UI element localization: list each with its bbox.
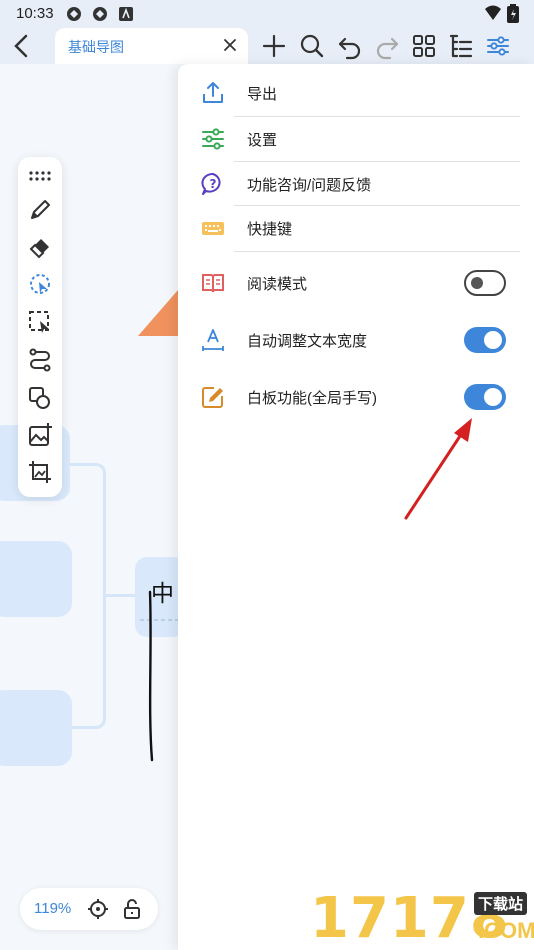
settings-sliders-icon[interactable] <box>484 32 512 60</box>
tab-label: 基础导图 <box>68 39 124 55</box>
more-dots-icon[interactable] <box>27 163 53 189</box>
whiteboard-pen-icon <box>202 387 223 408</box>
auto-text-width-toggle[interactable] <box>464 327 506 353</box>
orange-shape <box>138 290 178 336</box>
menu-item-whiteboard: 白板功能(全局手写) <box>178 373 534 421</box>
outline-icon[interactable] <box>447 32 475 60</box>
menu-item-label: 设置 <box>247 132 278 149</box>
menu-item-shortcuts[interactable]: 快捷键 <box>178 205 534 251</box>
menu-item-auto-text-width: 自动调整文本宽度 <box>178 316 534 364</box>
toggle-knob <box>471 277 483 289</box>
sync-icon <box>93 7 107 21</box>
menu-item-label: 快捷键 <box>247 221 293 238</box>
watermark-logo: 17178 下载站 .COM <box>310 888 534 950</box>
watermark-domain: .COM <box>478 918 534 943</box>
battery-icon <box>507 4 519 23</box>
reading-mode-toggle[interactable] <box>464 270 506 296</box>
settings-menu-panel: 导出 设置 ? 功能咨询/问题反馈 快捷键 阅读模式 自动调整文本宽度 白板功能… <box>178 64 534 950</box>
tab-mindmap[interactable]: 基础导图 <box>55 28 248 64</box>
whiteboard-toggle[interactable] <box>464 384 506 410</box>
drawing-toolbar <box>18 157 62 497</box>
box-select-icon[interactable] <box>27 309 53 335</box>
mindmap-node[interactable] <box>0 541 72 617</box>
menu-item-feedback[interactable]: ? 功能咨询/问题反馈 <box>178 161 534 207</box>
locate-center-icon[interactable] <box>87 898 109 920</box>
status-bar: 10:33 <box>0 0 534 28</box>
search-icon[interactable] <box>298 32 326 60</box>
menu-item-label: 导出 <box>247 86 278 103</box>
add-icon[interactable] <box>260 32 288 60</box>
crop-image-icon[interactable] <box>27 459 53 485</box>
pencil-icon[interactable] <box>27 197 53 223</box>
insert-image-icon[interactable] <box>27 422 53 448</box>
unlock-icon[interactable] <box>121 898 143 920</box>
zoom-level[interactable]: 119% <box>34 900 71 917</box>
menu-item-export[interactable]: 导出 <box>178 70 534 116</box>
toggle-knob <box>484 331 502 349</box>
annotation-arrow <box>404 418 472 520</box>
undo-icon[interactable] <box>336 32 364 60</box>
grid-icon[interactable] <box>410 32 438 60</box>
divider <box>234 251 520 252</box>
text-width-icon <box>202 329 224 351</box>
zoom-control: 119% <box>20 888 158 930</box>
menu-item-label: 阅读模式 <box>247 276 308 293</box>
eraser-icon[interactable] <box>27 234 53 260</box>
menu-item-reading-mode: 阅读模式 <box>178 259 534 307</box>
keyboard-icon <box>202 222 224 235</box>
menu-item-label: 白板功能(全局手写) <box>247 390 377 407</box>
sync-icon <box>67 7 81 21</box>
back-arrow-icon[interactable] <box>8 31 36 61</box>
menu-item-label: 功能咨询/问题反馈 <box>247 177 372 194</box>
connector-tool-icon[interactable] <box>27 347 53 373</box>
watermark-sub: 下载站 <box>474 892 528 915</box>
lasso-select-icon[interactable] <box>27 271 53 297</box>
toggle-knob <box>484 388 502 406</box>
wifi-icon <box>485 5 501 20</box>
export-icon <box>203 82 223 103</box>
book-icon <box>202 274 224 293</box>
question-icon: ? <box>201 173 221 195</box>
close-icon[interactable] <box>220 35 240 55</box>
menu-item-settings[interactable]: 设置 <box>178 116 534 162</box>
settings-sliders-icon <box>202 128 224 150</box>
shapes-icon[interactable] <box>27 385 53 411</box>
menu-item-label: 自动调整文本宽度 <box>247 333 368 350</box>
svg-text:?: ? <box>210 177 217 191</box>
mindmap-node[interactable] <box>0 690 72 766</box>
redo-icon[interactable] <box>373 32 401 60</box>
handwritten-stroke <box>140 590 178 762</box>
app-badge-icon <box>119 7 133 21</box>
status-time: 10:33 <box>16 5 54 22</box>
tab-bar: 基础导图 <box>0 28 534 64</box>
